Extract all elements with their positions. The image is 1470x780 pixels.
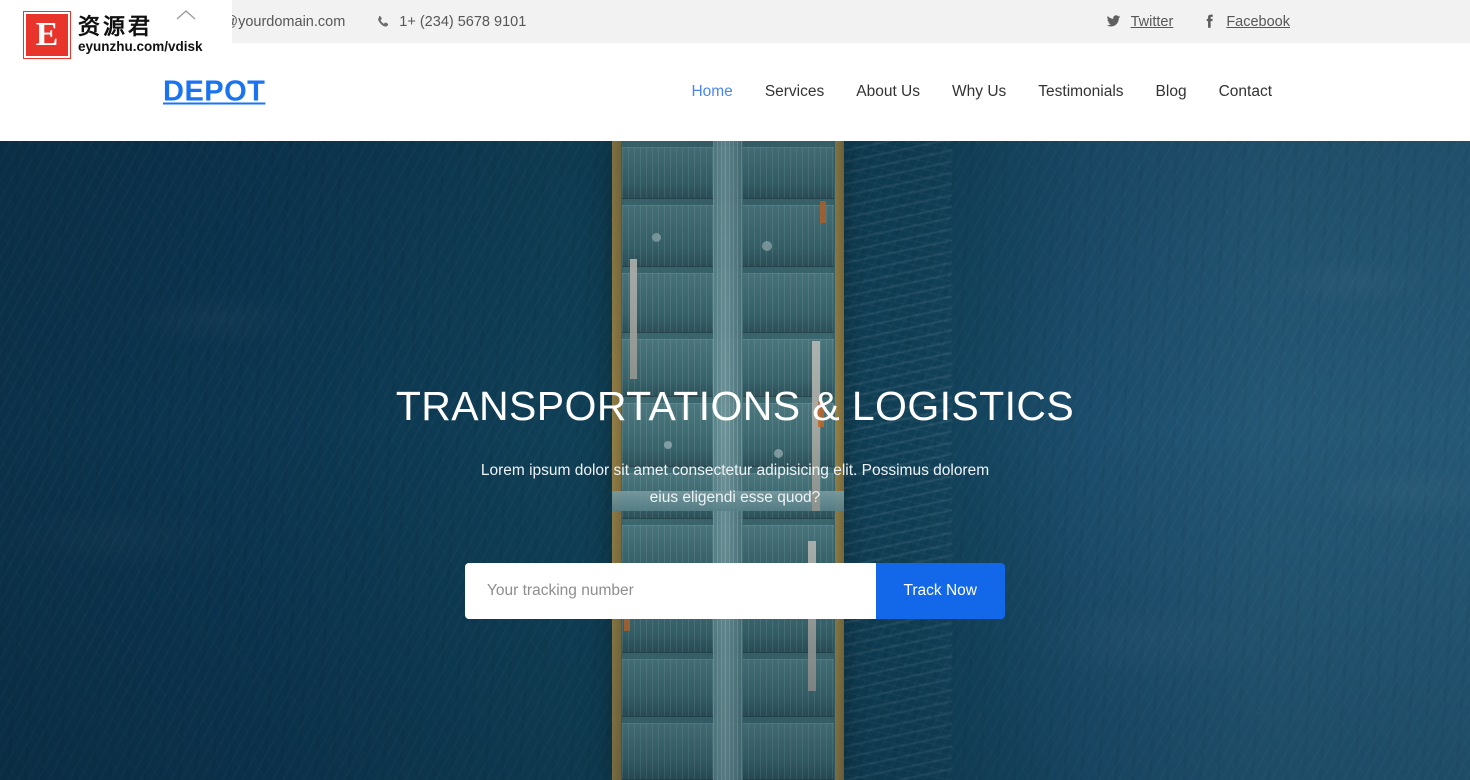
watermark-logo-letter: E: [35, 16, 59, 53]
nav-item-home[interactable]: Home: [675, 83, 748, 101]
hero-section: TRANSPORTATIONS & LOGISTICS Lorem ipsum …: [0, 141, 1470, 780]
main-navigation: Home Services About Us Why Us Testimonia…: [675, 43, 1470, 141]
hero-title: TRANSPORTATIONS & LOGISTICS: [395, 383, 1075, 429]
twitter-icon: [1106, 14, 1121, 29]
watermark-url: eyunzhu.com/vdisk: [78, 38, 203, 54]
nav-item-about-us[interactable]: About Us: [840, 83, 936, 101]
nav-item-blog[interactable]: Blog: [1140, 83, 1203, 101]
phone-icon: [375, 14, 390, 29]
social-link-facebook[interactable]: Facebook: [1201, 14, 1290, 30]
watermark-overlay: E 资源君 eyunzhu.com/vdisk: [0, 0, 232, 70]
brand-logo[interactable]: DEPOT: [163, 76, 265, 109]
contact-phone[interactable]: 1+ (234) 5678 9101: [375, 14, 526, 30]
nav-item-why-us[interactable]: Why Us: [936, 83, 1022, 101]
social-link-twitter[interactable]: Twitter: [1106, 13, 1174, 30]
tracking-form: Track Now: [465, 563, 1005, 620]
watermark-logo-icon: E: [23, 11, 71, 59]
hero-subtitle: Lorem ipsum dolor sit amet consectetur a…: [480, 461, 990, 507]
social-label-twitter: Twitter: [1130, 13, 1174, 30]
nav-item-services[interactable]: Services: [749, 83, 840, 101]
social-label-facebook: Facebook: [1226, 13, 1290, 30]
hero-content: TRANSPORTATIONS & LOGISTICS Lorem ipsum …: [0, 141, 1470, 780]
track-now-button[interactable]: Track Now: [875, 563, 1005, 620]
facebook-icon: [1201, 14, 1216, 29]
chevron-up-icon: [175, 8, 197, 22]
nav-item-contact[interactable]: Contact: [1203, 83, 1288, 101]
nav-item-testimonials[interactable]: Testimonials: [1022, 83, 1139, 101]
topbar-social-group: Twitter Facebook: [1106, 0, 1470, 43]
contact-phone-text: 1+ (234) 5678 9101: [399, 13, 527, 30]
tracking-number-input[interactable]: [465, 563, 876, 620]
